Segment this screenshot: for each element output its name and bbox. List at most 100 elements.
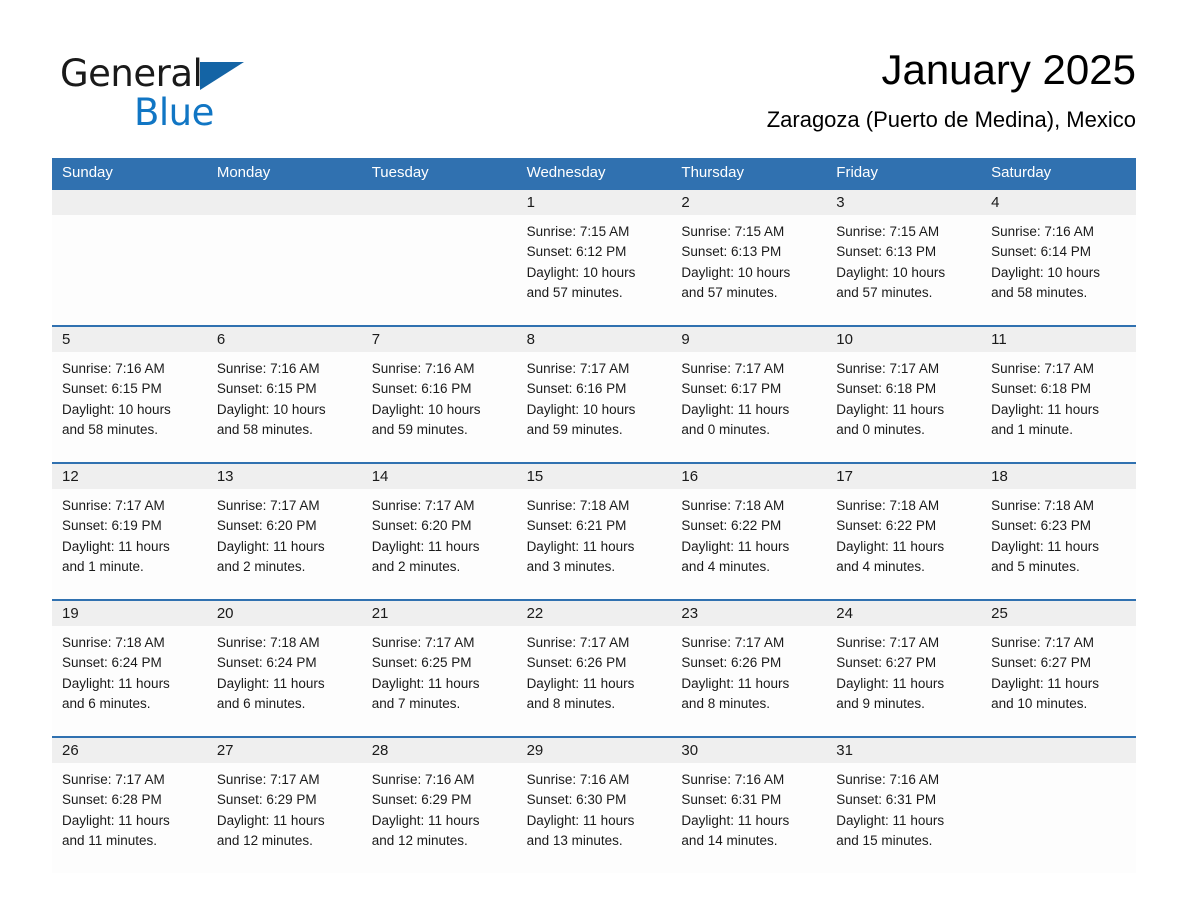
day-cell[interactable]: Sunrise: 7:16 AM Sunset: 6:30 PM Dayligh… [517, 770, 672, 871]
week-row: 5 6 7 8 9 10 11 Sunrise: 7:16 AM Sunset:… [52, 325, 1136, 462]
daylight-text-line1: Daylight: 11 hours [681, 538, 790, 554]
day-cell[interactable]: Sunrise: 7:17 AM Sunset: 6:27 PM Dayligh… [981, 633, 1136, 734]
day-cell[interactable]: Sunrise: 7:18 AM Sunset: 6:23 PM Dayligh… [981, 496, 1136, 597]
day-number[interactable]: 24 [826, 601, 981, 626]
daylight-text-line2: and 58 minutes. [62, 421, 159, 437]
day-cell[interactable]: Sunrise: 7:17 AM Sunset: 6:19 PM Dayligh… [52, 496, 207, 597]
day-cell[interactable]: Sunrise: 7:17 AM Sunset: 6:26 PM Dayligh… [671, 633, 826, 734]
day-cell[interactable]: Sunrise: 7:17 AM Sunset: 6:16 PM Dayligh… [517, 359, 672, 460]
day-number[interactable]: 26 [52, 738, 207, 763]
day-cell[interactable]: Sunrise: 7:17 AM Sunset: 6:18 PM Dayligh… [826, 359, 981, 460]
day-cell[interactable]: Sunrise: 7:17 AM Sunset: 6:29 PM Dayligh… [207, 770, 362, 871]
day-cell[interactable]: Sunrise: 7:18 AM Sunset: 6:24 PM Dayligh… [52, 633, 207, 734]
day-number[interactable]: 6 [207, 327, 362, 352]
day-cell[interactable]: Sunrise: 7:17 AM Sunset: 6:27 PM Dayligh… [826, 633, 981, 734]
day-number[interactable]: 19 [52, 601, 207, 626]
daylight-text-line1: Daylight: 11 hours [371, 538, 480, 554]
sunrise-text: Sunrise: 7:17 AM [62, 498, 165, 513]
day-number[interactable]: 9 [671, 327, 826, 352]
day-number[interactable]: 2 [671, 190, 826, 215]
day-number[interactable]: 20 [207, 601, 362, 626]
daylight-text-line1: Daylight: 10 hours [526, 264, 636, 280]
day-number[interactable] [362, 190, 517, 215]
day-number[interactable]: 25 [981, 601, 1136, 626]
day-cell[interactable]: Sunrise: 7:16 AM Sunset: 6:15 PM Dayligh… [52, 359, 207, 460]
daylight-text-line2: and 3 minutes. [526, 558, 616, 574]
day-number[interactable]: 28 [362, 738, 517, 763]
daylight-text-line1: Daylight: 11 hours [62, 812, 170, 828]
day-number[interactable]: 13 [207, 464, 362, 489]
day-cell[interactable]: Sunrise: 7:16 AM Sunset: 6:15 PM Dayligh… [207, 359, 362, 460]
daylight-text-line1: Daylight: 10 hours [526, 401, 636, 417]
day-number[interactable]: 3 [826, 190, 981, 215]
sunset-text: Sunset: 6:12 PM [526, 244, 627, 260]
day-number[interactable] [52, 190, 207, 215]
generalblue-logo[interactable]: General Blue [60, 52, 400, 144]
day-cell[interactable]: Sunrise: 7:17 AM Sunset: 6:18 PM Dayligh… [981, 359, 1136, 460]
day-number[interactable] [207, 190, 362, 215]
day-number[interactable]: 4 [981, 190, 1136, 215]
day-cell[interactable]: Sunrise: 7:18 AM Sunset: 6:22 PM Dayligh… [671, 496, 826, 597]
day-number[interactable]: 22 [517, 601, 672, 626]
day-cell[interactable]: Sunrise: 7:16 AM Sunset: 6:31 PM Dayligh… [826, 770, 981, 871]
day-cell[interactable]: Sunrise: 7:16 AM Sunset: 6:16 PM Dayligh… [362, 359, 517, 460]
sunset-text: Sunset: 6:31 PM [681, 792, 782, 808]
day-cell[interactable]: Sunrise: 7:18 AM Sunset: 6:24 PM Dayligh… [207, 633, 362, 734]
day-cell[interactable]: Sunrise: 7:17 AM Sunset: 6:20 PM Dayligh… [362, 496, 517, 597]
week-detail-band: Sunrise: 7:15 AM Sunset: 6:12 PM Dayligh… [52, 215, 1136, 325]
sunset-text: Sunset: 6:29 PM [216, 792, 317, 808]
daylight-text-line1: Daylight: 11 hours [991, 675, 1099, 691]
day-cell[interactable]: Sunrise: 7:16 AM Sunset: 6:31 PM Dayligh… [671, 770, 826, 871]
week-detail-band: Sunrise: 7:16 AM Sunset: 6:15 PM Dayligh… [52, 352, 1136, 462]
day-number[interactable]: 15 [517, 464, 672, 489]
sunset-text: Sunset: 6:16 PM [526, 381, 627, 397]
daylight-text-line2: and 8 minutes. [681, 695, 770, 711]
day-number[interactable]: 11 [981, 327, 1136, 352]
day-number[interactable]: 21 [362, 601, 517, 626]
sunset-text: Sunset: 6:16 PM [371, 381, 472, 397]
sunset-text: Sunset: 6:28 PM [62, 792, 162, 808]
day-cell[interactable]: Sunrise: 7:17 AM Sunset: 6:20 PM Dayligh… [207, 496, 362, 597]
day-cell[interactable]: Sunrise: 7:17 AM Sunset: 6:17 PM Dayligh… [671, 359, 826, 460]
day-number[interactable]: 27 [207, 738, 362, 763]
day-number[interactable]: 17 [826, 464, 981, 489]
daylight-text-line2: and 57 minutes. [526, 284, 623, 300]
day-number[interactable]: 23 [671, 601, 826, 626]
day-cell[interactable]: Sunrise: 7:15 AM Sunset: 6:13 PM Dayligh… [826, 222, 981, 323]
day-number[interactable]: 16 [671, 464, 826, 489]
week-daynumber-band: 5 6 7 8 9 10 11 [52, 327, 1136, 352]
daylight-text-line2: and 0 minutes. [836, 421, 925, 437]
daylight-text-line2: and 58 minutes. [216, 421, 313, 437]
day-cell[interactable]: Sunrise: 7:17 AM Sunset: 6:25 PM Dayligh… [362, 633, 517, 734]
day-cell[interactable]: Sunrise: 7:15 AM Sunset: 6:12 PM Dayligh… [517, 222, 672, 323]
day-cell[interactable]: Sunrise: 7:17 AM Sunset: 6:28 PM Dayligh… [52, 770, 207, 871]
sunrise-text: Sunrise: 7:17 AM [62, 772, 165, 787]
day-cell[interactable]: Sunrise: 7:15 AM Sunset: 6:13 PM Dayligh… [671, 222, 826, 323]
day-number[interactable]: 1 [517, 190, 672, 215]
day-number[interactable]: 12 [52, 464, 207, 489]
day-number[interactable]: 8 [517, 327, 672, 352]
day-cell[interactable]: Sunrise: 7:18 AM Sunset: 6:22 PM Dayligh… [826, 496, 981, 597]
day-number[interactable]: 14 [362, 464, 517, 489]
day-number[interactable]: 31 [826, 738, 981, 763]
daylight-text-line2: and 57 minutes. [836, 284, 933, 300]
sunset-text: Sunset: 6:22 PM [681, 518, 782, 534]
sunrise-text: Sunrise: 7:17 AM [836, 635, 940, 650]
day-cell[interactable]: Sunrise: 7:17 AM Sunset: 6:26 PM Dayligh… [517, 633, 672, 734]
day-cell[interactable]: Sunrise: 7:16 AM Sunset: 6:14 PM Dayligh… [981, 222, 1136, 323]
sunrise-text: Sunrise: 7:16 AM [681, 772, 785, 787]
day-number[interactable]: 18 [981, 464, 1136, 489]
day-cell[interactable]: Sunrise: 7:16 AM Sunset: 6:29 PM Dayligh… [362, 770, 517, 871]
day-cell[interactable]: Sunrise: 7:18 AM Sunset: 6:21 PM Dayligh… [517, 496, 672, 597]
day-number[interactable]: 7 [362, 327, 517, 352]
sunrise-text: Sunrise: 7:16 AM [62, 361, 165, 376]
sunrise-text: Sunrise: 7:17 AM [991, 635, 1094, 650]
daylight-text-line2: and 57 minutes. [681, 284, 778, 300]
day-number[interactable]: 30 [671, 738, 826, 763]
day-number[interactable]: 10 [826, 327, 981, 352]
day-number[interactable]: 29 [517, 738, 672, 763]
day-number[interactable] [981, 738, 1136, 763]
daylight-text-line1: Daylight: 11 hours [836, 675, 945, 691]
weekday-header-wednesday: Wednesday [526, 164, 606, 181]
day-number[interactable]: 5 [52, 327, 207, 352]
